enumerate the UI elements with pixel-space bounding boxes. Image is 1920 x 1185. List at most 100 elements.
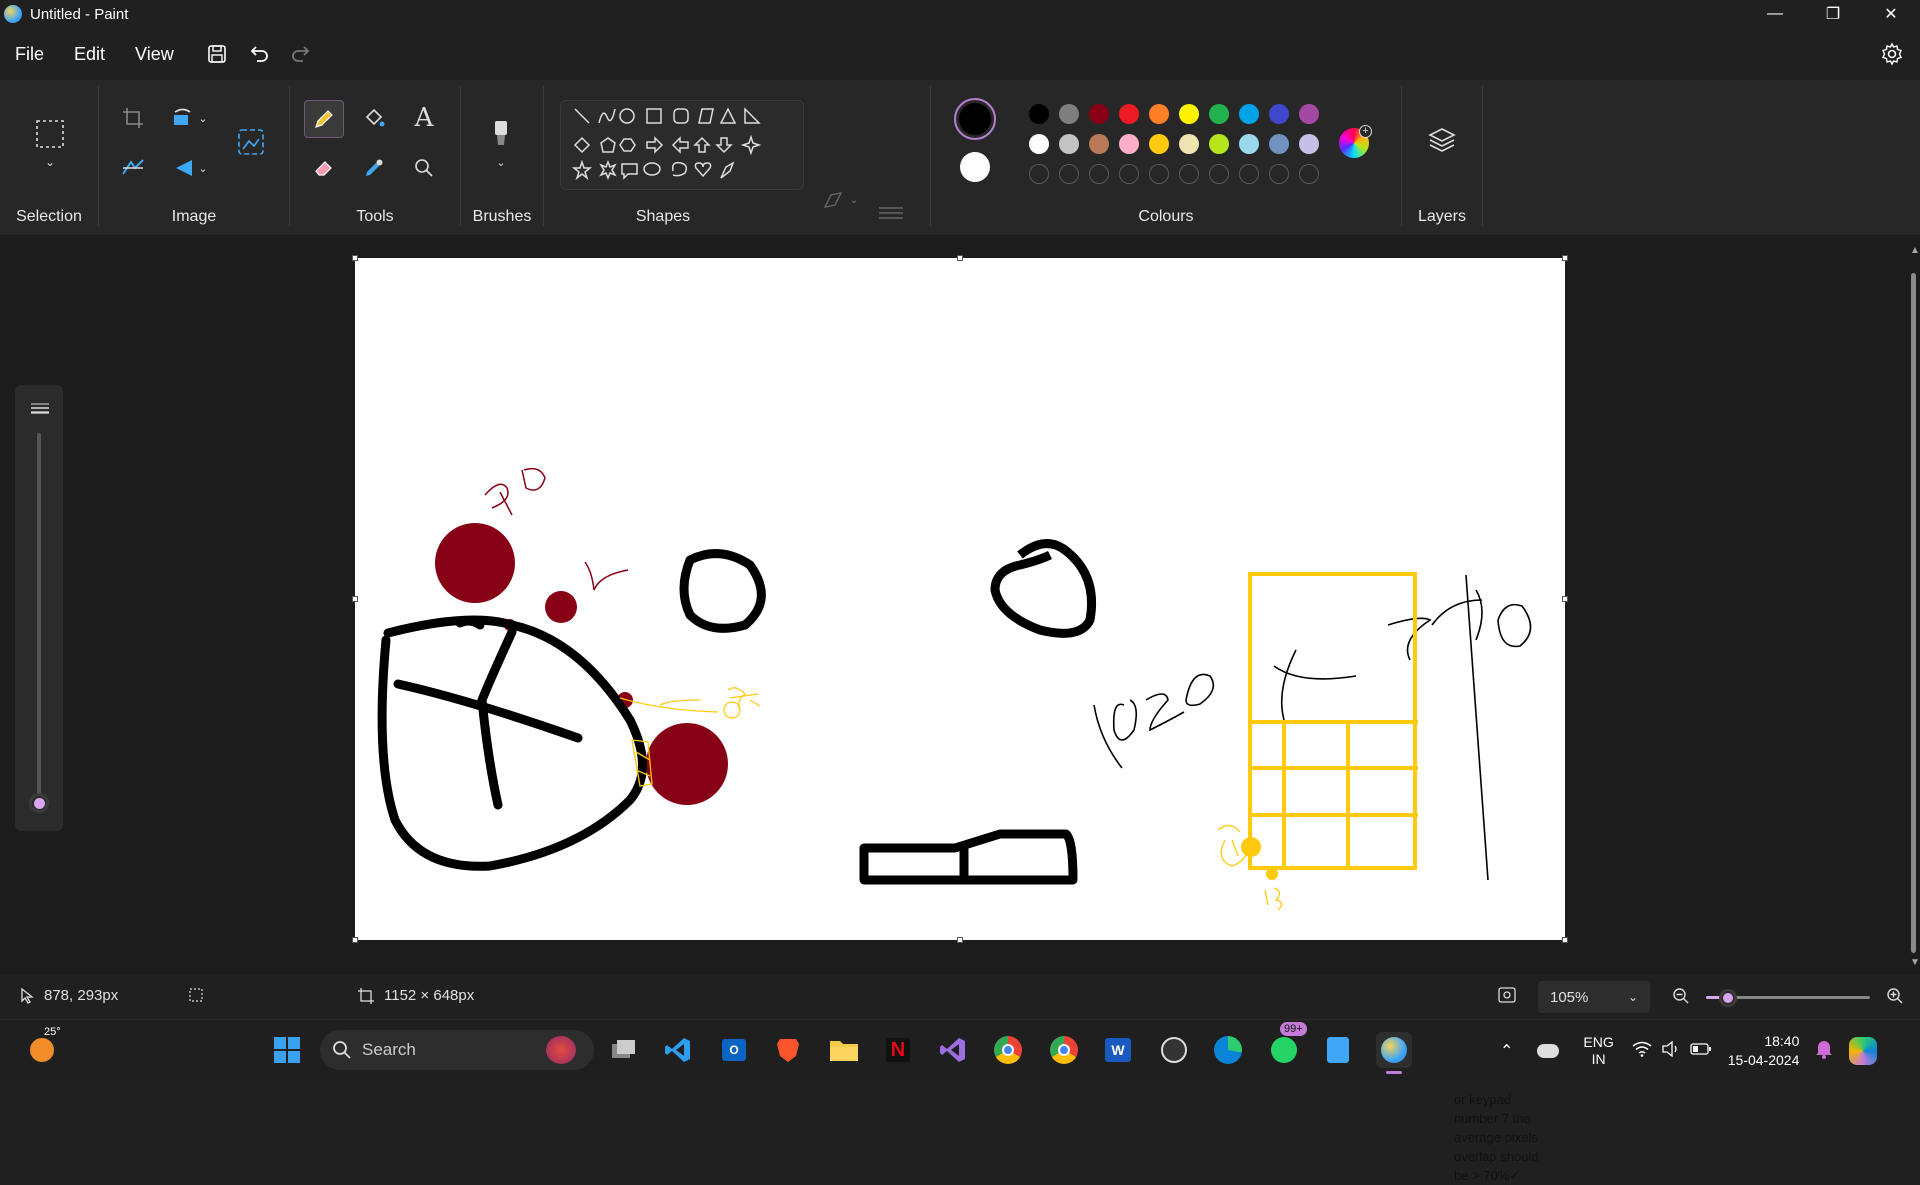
colour-picker-icon[interactable] bbox=[356, 150, 392, 186]
shapes-gallery-icons[interactable] bbox=[561, 101, 805, 191]
menu-view[interactable]: View bbox=[120, 44, 189, 65]
drawing-canvas[interactable]: or keypad number 7 the average pixels ov… bbox=[355, 258, 1565, 1183]
line-width-icon[interactable] bbox=[876, 196, 906, 232]
brushes-chevron-down-icon[interactable]: ⌄ bbox=[483, 152, 519, 172]
eraser-icon[interactable] bbox=[306, 150, 342, 186]
resize-handle-right[interactable] bbox=[1562, 596, 1568, 602]
start-windows-icon[interactable] bbox=[269, 1032, 305, 1068]
fill-bucket-icon[interactable] bbox=[356, 100, 392, 136]
close-button[interactable]: ✕ bbox=[1862, 0, 1920, 28]
edit-colours-icon[interactable]: + bbox=[1339, 125, 1372, 158]
onedrive-cloud-icon[interactable] bbox=[1537, 1043, 1560, 1058]
colour-swatch[interactable] bbox=[1059, 104, 1079, 124]
menu-edit[interactable]: Edit bbox=[59, 44, 120, 65]
colour-swatch[interactable] bbox=[1209, 134, 1229, 154]
restore-button[interactable]: ❐ bbox=[1804, 0, 1862, 28]
text-tool-icon[interactable]: A bbox=[406, 100, 442, 136]
colour-swatch[interactable] bbox=[1299, 104, 1319, 124]
chrome-profile-icon[interactable] bbox=[1046, 1032, 1082, 1068]
taskbar-search-box[interactable]: Search bbox=[320, 1030, 594, 1070]
resize-handle-top-left[interactable] bbox=[352, 255, 358, 261]
volume-icon[interactable] bbox=[1662, 1040, 1680, 1060]
custom-colour-slot[interactable] bbox=[1149, 164, 1169, 184]
undo-icon[interactable] bbox=[245, 40, 273, 68]
scroll-up-arrow-icon[interactable]: ▲ bbox=[1910, 245, 1920, 256]
save-icon[interactable] bbox=[203, 40, 231, 68]
rectangle-select-icon[interactable] bbox=[32, 116, 68, 152]
primary-colour[interactable] bbox=[954, 98, 996, 140]
brush-size-thumb[interactable] bbox=[29, 793, 49, 813]
custom-colour-slot[interactable] bbox=[1059, 164, 1079, 184]
colour-swatch[interactable] bbox=[1269, 104, 1289, 124]
paint-taskbar-icon[interactable] bbox=[1376, 1032, 1412, 1074]
word-icon[interactable]: W bbox=[1100, 1032, 1136, 1068]
crop-icon[interactable] bbox=[115, 100, 151, 136]
colour-swatch[interactable] bbox=[1179, 104, 1199, 124]
custom-colour-slot[interactable] bbox=[1239, 164, 1259, 184]
wifi-icon[interactable] bbox=[1632, 1041, 1652, 1060]
colour-swatch[interactable] bbox=[1029, 134, 1049, 154]
shape-outline-icon[interactable] bbox=[820, 182, 848, 218]
custom-colour-slot[interactable] bbox=[1269, 164, 1289, 184]
pencil-icon[interactable] bbox=[304, 100, 344, 138]
outlook-icon[interactable]: O bbox=[716, 1032, 752, 1068]
clock[interactable]: 18:40 15-04-2024 bbox=[1728, 1032, 1800, 1070]
image-adjust-icon[interactable] bbox=[115, 150, 151, 186]
custom-colour-slot[interactable] bbox=[1209, 164, 1229, 184]
colour-swatch[interactable] bbox=[1029, 104, 1049, 124]
resize-handle-bottom-right[interactable] bbox=[1562, 937, 1568, 943]
resize-handle-bottom[interactable] bbox=[957, 937, 963, 943]
notepad-icon[interactable] bbox=[1320, 1032, 1356, 1068]
file-explorer-icon[interactable] bbox=[826, 1032, 862, 1068]
flip-chevron-down-icon[interactable]: ⌄ bbox=[193, 150, 213, 186]
clock-app-icon[interactable] bbox=[1156, 1032, 1192, 1068]
resize-chevron-down-icon[interactable]: ⌄ bbox=[193, 100, 213, 136]
custom-colour-slot[interactable] bbox=[1299, 164, 1319, 184]
settings-gear-icon[interactable] bbox=[1880, 42, 1904, 71]
resize-handle-left[interactable] bbox=[352, 596, 358, 602]
scroll-thumb[interactable] bbox=[1911, 273, 1916, 953]
zoom-level-dropdown[interactable]: 105% ⌄ bbox=[1538, 981, 1650, 1013]
colour-swatch[interactable] bbox=[1059, 134, 1079, 154]
redo-icon[interactable] bbox=[287, 40, 315, 68]
shape-outline-chevron-icon[interactable]: ⌄ bbox=[846, 182, 862, 218]
show-hidden-icons-chevron-icon[interactable]: ⌃ bbox=[1500, 1041, 1513, 1061]
colour-swatch[interactable] bbox=[1299, 134, 1319, 154]
brave-browser-icon[interactable] bbox=[770, 1032, 806, 1068]
zoom-slider-thumb[interactable] bbox=[1719, 989, 1737, 1007]
brush-icon[interactable] bbox=[483, 116, 519, 152]
vertical-scrollbar[interactable]: ▲ ▼ bbox=[1908, 237, 1920, 975]
colour-swatch[interactable] bbox=[1269, 134, 1289, 154]
edge-icon[interactable] bbox=[1210, 1032, 1246, 1068]
fit-to-window-icon[interactable] bbox=[1498, 987, 1516, 1003]
layers-icon[interactable] bbox=[1424, 122, 1460, 158]
custom-colour-slot[interactable] bbox=[1179, 164, 1199, 184]
colour-swatch[interactable] bbox=[1149, 134, 1169, 154]
menu-file[interactable]: File bbox=[0, 44, 59, 65]
visual-studio-icon[interactable] bbox=[935, 1032, 971, 1068]
colour-swatch[interactable] bbox=[1119, 134, 1139, 154]
colour-swatch[interactable] bbox=[1239, 134, 1259, 154]
brush-size-track[interactable] bbox=[37, 433, 41, 803]
resize-handle-bottom-left[interactable] bbox=[352, 937, 358, 943]
resize-handle-top[interactable] bbox=[957, 255, 963, 261]
weather-widget[interactable]: 25° bbox=[24, 1026, 61, 1068]
colour-swatch[interactable] bbox=[1089, 104, 1109, 124]
notification-bell-icon[interactable] bbox=[1815, 1039, 1833, 1062]
colour-swatch[interactable] bbox=[1179, 134, 1199, 154]
netflix-icon[interactable]: N bbox=[880, 1032, 916, 1068]
minimize-button[interactable]: — bbox=[1746, 0, 1804, 28]
custom-colour-slot[interactable] bbox=[1029, 164, 1049, 184]
colour-swatch[interactable] bbox=[1209, 104, 1229, 124]
battery-icon[interactable] bbox=[1690, 1042, 1712, 1059]
magnifier-icon[interactable] bbox=[406, 150, 442, 186]
zoom-in-icon[interactable] bbox=[1886, 987, 1904, 1005]
resize-handle-top-right[interactable] bbox=[1562, 255, 1568, 261]
secondary-colour[interactable] bbox=[960, 152, 990, 182]
colour-swatch[interactable] bbox=[1149, 104, 1169, 124]
scroll-down-arrow-icon[interactable]: ▼ bbox=[1910, 957, 1920, 968]
custom-colour-slot[interactable] bbox=[1089, 164, 1109, 184]
colour-swatch[interactable] bbox=[1239, 104, 1259, 124]
vscode-icon[interactable] bbox=[660, 1032, 696, 1068]
copilot-icon[interactable] bbox=[1849, 1036, 1878, 1065]
